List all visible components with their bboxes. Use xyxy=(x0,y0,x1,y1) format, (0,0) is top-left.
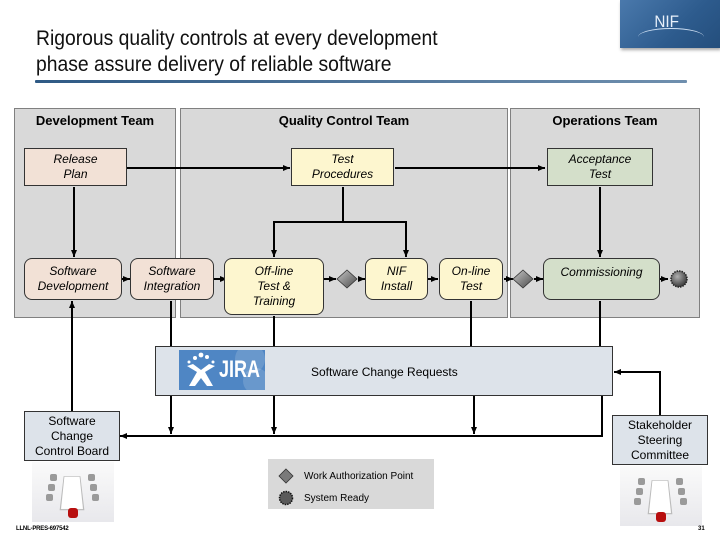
title-line-2: phase assure delivery of reliable softwa… xyxy=(36,53,392,76)
box-commissioning[interactable]: Commissioning xyxy=(543,258,660,300)
box-online-test[interactable]: On-line Test xyxy=(439,258,503,300)
lane-title-development: Development Team xyxy=(35,113,155,128)
jira-logo: JIRA xyxy=(179,350,265,390)
legend: Work Authorization Point System Ready xyxy=(268,459,434,509)
offline-test-line-1: Off-line xyxy=(254,264,294,278)
slide-title: Rigorous quality controls at every devel… xyxy=(36,26,551,78)
ssc-line-3: Committee xyxy=(630,447,689,462)
box-software-development[interactable]: Software Development xyxy=(24,258,122,300)
online-test-line-1: On-line xyxy=(451,264,491,278)
online-test-line-2: Test xyxy=(459,279,483,293)
software-integration-line-1: Software xyxy=(148,264,196,278)
commissioning-label: Commissioning xyxy=(560,265,643,279)
jira-logo-text: JIRA xyxy=(219,356,261,383)
acceptance-test-line-1: Acceptance xyxy=(568,152,632,166)
test-procedures-line-2: Procedures xyxy=(311,167,374,181)
box-release-plan[interactable]: Release Plan xyxy=(24,148,127,186)
lane-title-quality-control: Quality Control Team xyxy=(278,113,410,128)
acceptance-test-line-2: Test xyxy=(588,167,612,181)
release-plan-line-1: Release xyxy=(53,152,98,166)
software-development-line-2: Development xyxy=(37,279,109,293)
page-number: 31 xyxy=(698,526,705,532)
box-nif-install[interactable]: NIF Install xyxy=(365,258,428,300)
box-acceptance-test[interactable]: Acceptance Test xyxy=(547,148,653,186)
jira-software-change-requests[interactable]: JIRA Software Change Requests xyxy=(155,346,613,396)
edge-jira-right-down xyxy=(120,396,603,439)
nif-install-line-1: NIF xyxy=(386,264,407,278)
legend-label-work-authorization: Work Authorization Point xyxy=(304,470,414,482)
offline-test-line-3: Training xyxy=(252,294,296,308)
sccb-line-1: Software xyxy=(48,413,96,428)
meeting-room-image-ssc xyxy=(620,466,702,526)
diamond-icon xyxy=(278,468,294,484)
legend-label-system-ready: System Ready xyxy=(304,492,370,504)
software-change-control-board[interactable]: Software Change Control Board xyxy=(24,411,120,461)
gear-circle-icon xyxy=(278,490,294,506)
legend-item-work-authorization: Work Authorization Point xyxy=(278,468,413,484)
software-integration-line-2: Integration xyxy=(143,279,201,293)
title-underline xyxy=(35,80,687,83)
release-plan-line-2: Plan xyxy=(63,167,88,181)
legend-item-system-ready: System Ready xyxy=(278,490,369,506)
software-development-line-1: Software xyxy=(49,264,97,278)
edge-ssc-to-jira xyxy=(614,369,661,415)
box-test-procedures[interactable]: Test Procedures xyxy=(291,148,394,186)
lane-title-operations: Operations Team xyxy=(552,113,658,128)
jira-label: Software Change Requests xyxy=(311,365,458,379)
offline-test-line-2: Test & xyxy=(257,279,291,293)
meeting-room-image-sccb xyxy=(32,462,114,522)
ssc-line-1: Stakeholder xyxy=(627,417,693,432)
box-offline-test-training[interactable]: Off-line Test & Training xyxy=(224,258,324,315)
title-line-1: Rigorous quality controls at every devel… xyxy=(36,27,438,50)
document-id: LLNL-PRES-697542 xyxy=(16,526,69,532)
box-software-integration[interactable]: Software Integration xyxy=(130,258,214,300)
sccb-line-2: Change xyxy=(50,428,94,443)
sccb-line-3: Control Board xyxy=(34,443,110,458)
ssc-line-2: Steering xyxy=(637,432,683,447)
test-procedures-line-1: Test xyxy=(331,152,354,166)
nif-logo-arc xyxy=(638,28,704,46)
stakeholder-steering-committee[interactable]: Stakeholder Steering Committee xyxy=(612,415,708,465)
nif-logo: NIF xyxy=(620,0,720,48)
nif-install-line-2: Install xyxy=(380,279,413,293)
